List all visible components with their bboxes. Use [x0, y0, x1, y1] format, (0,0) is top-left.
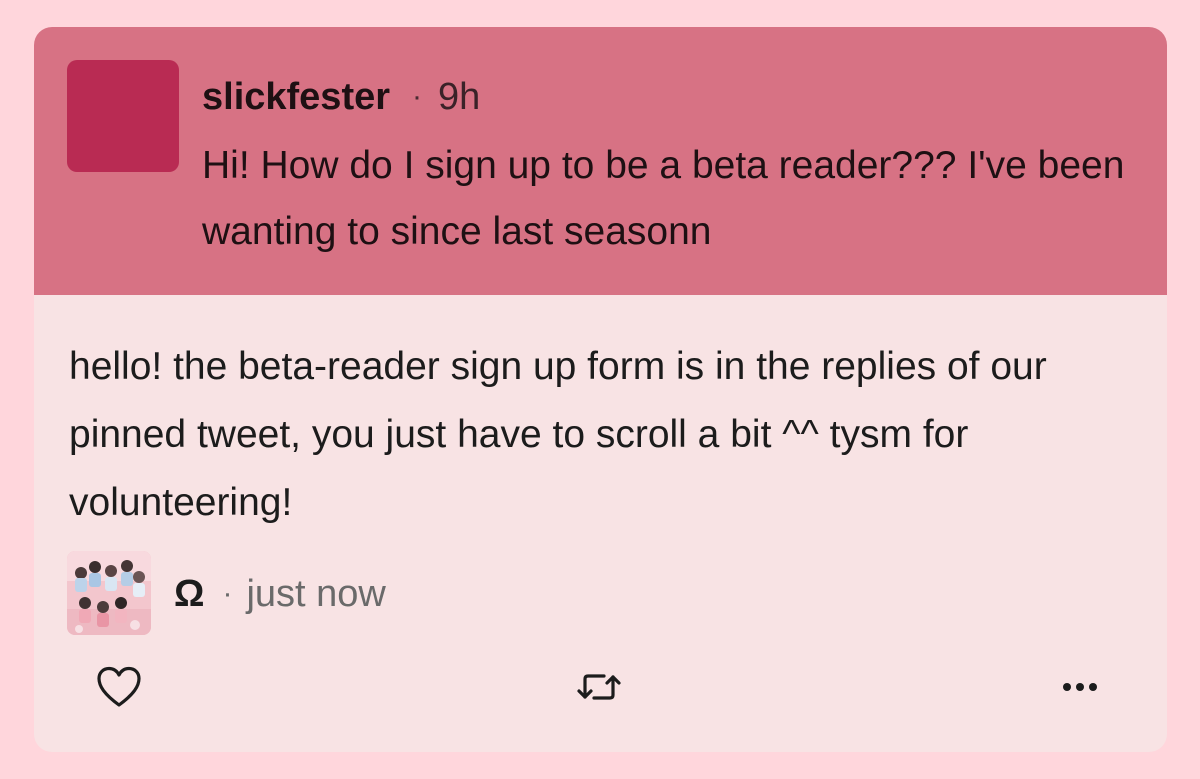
more-options-button[interactable]: [1054, 661, 1106, 713]
answer-text: hello! the beta-reader sign up form is i…: [69, 345, 1047, 524]
meta-separator: ·: [412, 80, 423, 113]
question-timestamp: 9h: [438, 75, 481, 118]
answerer-username[interactable]: Ω: [174, 573, 204, 616]
answerer-meta: Ω · just now: [174, 569, 386, 619]
more-options-icon: [1063, 683, 1097, 691]
asker-meta: slickfester · 9h: [202, 71, 480, 123]
asker-avatar[interactable]: [67, 60, 179, 172]
answerer-avatar[interactable]: [67, 551, 151, 635]
answer-timestamp: just now: [246, 572, 386, 615]
repost-icon: [577, 674, 621, 700]
question-section: slickfester · 9h Hi! How do I sign up to…: [34, 27, 1167, 295]
heart-icon: [97, 666, 141, 707]
post-card: slickfester · 9h Hi! How do I sign up to…: [34, 27, 1167, 752]
meta-separator: ·: [222, 577, 233, 610]
question-text: Hi! How do I sign up to be a beta reader…: [202, 144, 1125, 253]
asker-username[interactable]: slickfester: [202, 76, 390, 119]
repost-button[interactable]: [573, 661, 625, 713]
group-photo-avatar-icon: [67, 551, 151, 635]
like-button[interactable]: [93, 661, 145, 713]
